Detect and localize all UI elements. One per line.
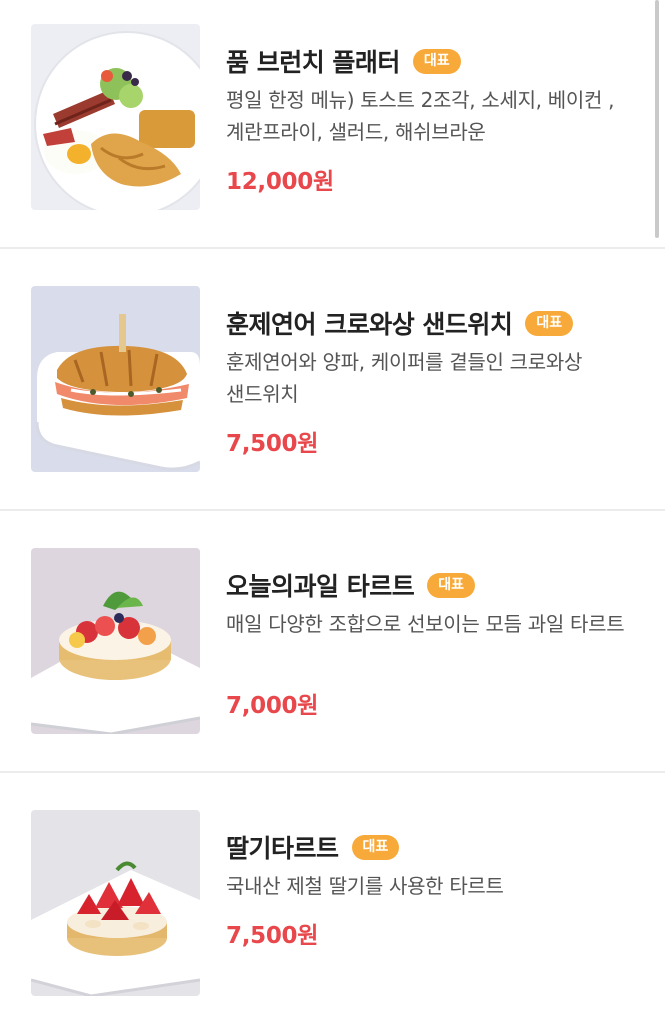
scrollbar[interactable]	[655, 0, 659, 238]
menu-list: 품 브런치 플래터 대표 평일 한정 메뉴) 토스트 2조각, 소세지, 베이컨…	[0, 0, 665, 1014]
item-name: 딸기타르트	[226, 834, 339, 863]
item-title-row: 품 브런치 플래터 대표	[226, 44, 461, 78]
signature-badge: 대표	[412, 48, 461, 74]
brunch-platter-photo	[31, 24, 200, 210]
item-name: 오늘의과일 타르트	[226, 572, 415, 601]
item-title-row: 오늘의과일 타르트 대표	[226, 568, 475, 602]
menu-item-brunch-platter[interactable]: 품 브런치 플래터 대표 평일 한정 메뉴) 토스트 2조각, 소세지, 베이컨…	[0, 0, 665, 248]
item-price: 7,500원	[226, 923, 319, 949]
signature-badge: 대표	[427, 572, 475, 598]
salmon-croissant-photo	[31, 286, 200, 472]
item-title-row: 딸기타르트 대표	[226, 830, 400, 864]
strawberry-tart-photo	[31, 810, 200, 996]
item-description: 매일 다양한 조합으로 선보이는 모듬 과일 타르트	[226, 612, 625, 636]
item-description: 국내산 제철 딸기를 사용한 타르트	[226, 874, 504, 898]
menu-item-salmon-croissant[interactable]: 훈제연어 크로와상 샌드위치 대표 훈제연어와 양파, 케이퍼를 곁들인 크로와…	[0, 248, 665, 510]
item-price: 7,500원	[226, 431, 319, 457]
item-name: 품 브런치 플래터	[226, 48, 400, 77]
signature-badge: 대표	[351, 834, 400, 860]
menu-item-fruit-tart[interactable]: 오늘의과일 타르트 대표 매일 다양한 조합으로 선보이는 모듬 과일 타르트 …	[0, 510, 665, 772]
item-description: 훈제연어와 양파, 케이퍼를 곁들인 크로와상 샌드위치	[226, 350, 583, 406]
fruit-tart-photo	[31, 548, 200, 734]
item-name: 훈제연어 크로와상 샌드위치	[226, 310, 513, 339]
menu-item-strawberry-tart[interactable]: 딸기타르트 대표 국내산 제철 딸기를 사용한 타르트 7,500원	[0, 772, 665, 1014]
item-price: 7,000원	[226, 693, 319, 719]
item-title-row: 훈제연어 크로와상 샌드위치 대표	[226, 306, 574, 340]
item-description: 평일 한정 메뉴) 토스트 2조각, 소세지, 베이컨 , 계란프라이, 샐러드…	[226, 88, 615, 144]
item-price: 12,000원	[226, 169, 334, 195]
signature-badge: 대표	[525, 310, 574, 336]
